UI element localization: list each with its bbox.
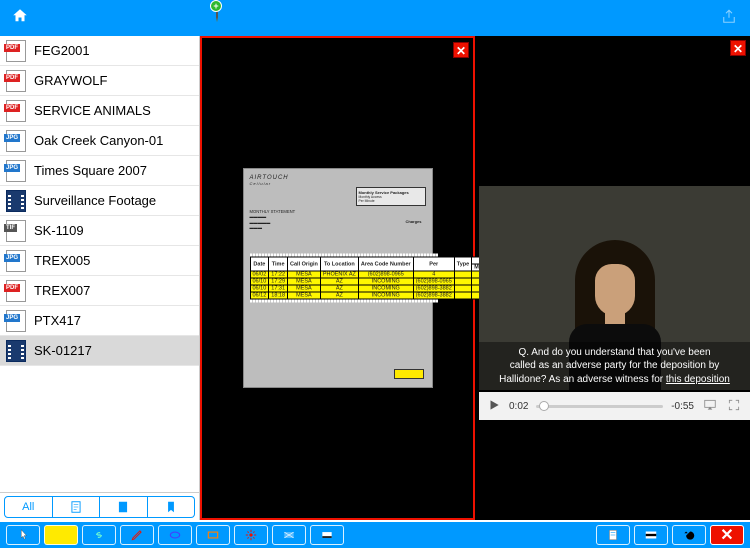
undo-button[interactable] [672, 525, 706, 545]
file-label: SK-01217 [34, 343, 92, 358]
video-controls: 0:02 -0:55 [479, 392, 750, 420]
doc-account-block: MONTHLY STATEMENT ▬▬▬▬▬▬▬▬▬▬▬▬ [250, 209, 320, 231]
filter-all-label: All [22, 501, 34, 513]
file-row-graywolf[interactable]: GRAYWOLF [0, 66, 199, 96]
pdf-icon [6, 100, 26, 122]
airplay-button[interactable] [702, 398, 718, 415]
doc-charges-label: Charges [405, 219, 421, 224]
document-lines-icon [69, 500, 83, 514]
pencil-tool[interactable] [120, 525, 154, 545]
file-sidebar: FEG2001 GRAYWOLF SERVICE ANIMALS Oak Cre… [0, 36, 200, 520]
main-area: FEG2001 GRAYWOLF SERVICE ANIMALS Oak Cre… [0, 36, 750, 520]
file-row-ptx417[interactable]: PTX417 [0, 306, 199, 336]
delete-annotation-button[interactable]: ✕ [710, 525, 744, 545]
annotation-toolbar: ✕ [0, 520, 750, 548]
rect-tool[interactable] [196, 525, 230, 545]
file-row-sk1109[interactable]: SK-1109 [0, 216, 199, 246]
file-row-oak-creek[interactable]: Oak Creek Canyon-01 [0, 126, 199, 156]
file-list[interactable]: FEG2001 GRAYWOLF SERVICE ANIMALS Oak Cre… [0, 36, 199, 492]
filter-bookmarked[interactable] [148, 496, 196, 518]
file-label: TREX005 [34, 253, 90, 268]
video-elapsed: 0:02 [509, 401, 528, 412]
home-button[interactable] [10, 7, 30, 30]
pdf-icon [6, 280, 26, 302]
filter-all[interactable]: All [4, 496, 53, 518]
file-label: Times Square 2007 [34, 163, 147, 178]
redact-tool[interactable] [634, 525, 668, 545]
file-row-service-animals[interactable]: SERVICE ANIMALS [0, 96, 199, 126]
file-label: TREX007 [34, 283, 90, 298]
scrubber-knob[interactable] [539, 401, 549, 411]
video-remaining: -0:55 [671, 401, 694, 412]
jpg-icon [6, 130, 26, 152]
text-tool[interactable] [310, 525, 344, 545]
pdf-icon [6, 40, 26, 62]
pointer-tool[interactable] [6, 525, 40, 545]
note-tool[interactable] [596, 525, 630, 545]
video-frame[interactable]: Q. And do you understand that you've bee… [479, 186, 750, 390]
file-row-trex007[interactable]: TREX007 [0, 276, 199, 306]
tif-icon [6, 220, 26, 242]
invoice-document[interactable]: AIRTOUCHCellular Monthly Service Package… [243, 168, 433, 388]
video-icon [6, 340, 26, 362]
file-row-times-square[interactable]: Times Square 2007 [0, 156, 199, 186]
doc-highlight-callout[interactable]: Date Time Call Origin To Location Area C… [250, 254, 438, 303]
pdf-icon [6, 70, 26, 92]
document-panel[interactable]: ✕ AIRTOUCHCellular Monthly Service Packa… [200, 36, 475, 520]
laser-tool[interactable] [234, 525, 268, 545]
jpg-icon [6, 160, 26, 182]
close-left-panel-button[interactable]: ✕ [453, 42, 469, 58]
file-row-sk01217[interactable]: SK-01217 [0, 336, 199, 366]
file-label: Surveillance Footage [34, 193, 156, 208]
jpg-icon [6, 310, 26, 332]
share-button[interactable] [720, 6, 738, 33]
bookmark-icon [164, 500, 178, 514]
viewer-panels: ✕ AIRTOUCHCellular Monthly Service Packa… [200, 36, 750, 520]
filter-treated[interactable] [53, 496, 101, 518]
video-scrubber[interactable] [536, 405, 663, 408]
doc-logo: AIRTOUCHCellular [250, 175, 426, 187]
file-row-feg2001[interactable]: FEG2001 [0, 36, 199, 66]
link-tool[interactable] [82, 525, 116, 545]
video-icon [6, 190, 26, 212]
ellipse-tool[interactable] [158, 525, 192, 545]
top-toolbar: + [0, 0, 750, 36]
sidebar-filter-toolbar: All [0, 492, 199, 520]
add-bookmark-button[interactable]: + [216, 4, 218, 22]
highlight-tool[interactable] [44, 525, 78, 545]
file-label: PTX417 [34, 313, 81, 328]
file-label: GRAYWOLF [34, 73, 107, 88]
video-panel[interactable]: ✕ Q. And do you understand that you've b… [479, 36, 750, 520]
eraser-tool[interactable] [272, 525, 306, 545]
doc-header-box: Monthly Service Packages Monthly Access … [356, 187, 426, 206]
doc-total-sticker [394, 369, 424, 379]
file-label: FEG2001 [34, 43, 90, 58]
document-blank-icon [116, 500, 130, 514]
fullscreen-button[interactable] [726, 398, 742, 415]
file-row-surveillance[interactable]: Surveillance Footage [0, 186, 199, 216]
play-button[interactable] [487, 398, 501, 415]
file-row-trex005[interactable]: TREX005 [0, 246, 199, 276]
file-label: SK-1109 [34, 223, 84, 238]
video-caption: Q. And do you understand that you've bee… [479, 342, 750, 391]
filter-key[interactable] [100, 496, 148, 518]
file-label: Oak Creek Canyon-01 [34, 133, 163, 148]
jpg-icon [6, 250, 26, 272]
close-right-panel-button[interactable]: ✕ [730, 40, 746, 56]
file-label: SERVICE ANIMALS [34, 103, 151, 118]
